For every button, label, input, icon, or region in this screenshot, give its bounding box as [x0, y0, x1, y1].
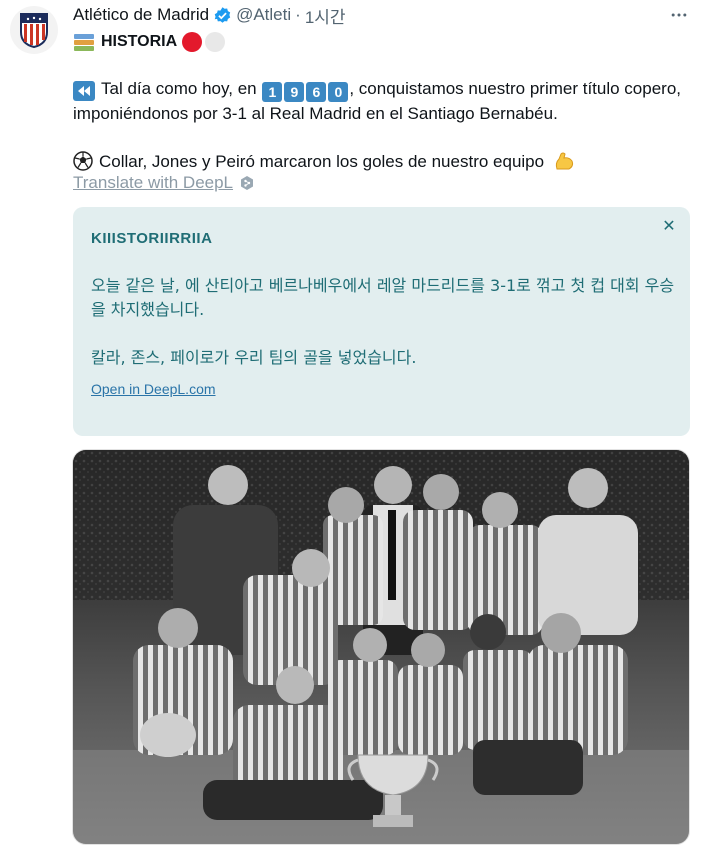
- tweet-line1-before: Tal día como hoy, en: [101, 79, 257, 98]
- separator-dot: ·: [295, 5, 301, 24]
- translation-body: 오늘 같은 날, 에 산티아고 베르나베우에서 레알 마드리드를 3-1로 꺾고…: [91, 274, 681, 394]
- close-icon[interactable]: ✕: [660, 217, 678, 235]
- deepl-icon: [241, 176, 254, 190]
- timestamp[interactable]: 1시간: [305, 3, 346, 28]
- tweet-paragraph-2: Collar, Jones y Peiró marcaron los goles…: [73, 150, 693, 174]
- team-photo[interactable]: [72, 449, 690, 845]
- rewind-emoji-icon: [73, 81, 95, 101]
- keycap-digit: 1: [262, 82, 283, 102]
- keycap-digit: 6: [306, 82, 327, 102]
- translation-panel: KIIISTORIIRRIIA ✕ 오늘 같은 날, 에 산티아고 베르나베우에…: [73, 207, 690, 436]
- keycap-digit: 0: [328, 82, 349, 102]
- tagline-text: HISTORIA: [101, 33, 178, 50]
- verified-badge-icon: [213, 6, 232, 25]
- tweet-line2: Collar, Jones y Peiró marcaron los goles…: [99, 152, 545, 171]
- account-name[interactable]: Atlético de Madrid: [73, 5, 209, 25]
- avatar[interactable]: [10, 6, 58, 54]
- more-icon[interactable]: [667, 3, 691, 27]
- red-circle-icon: [182, 32, 203, 52]
- soccer-ball-icon: [73, 151, 93, 171]
- translate-link-label: Translate with DeepL: [73, 173, 234, 192]
- translation-paragraph-1: 오늘 같은 날, 에 산티아고 베르나베우에서 레알 마드리드를 3-1로 꺾고…: [91, 276, 675, 319]
- team-photo-image: [73, 450, 689, 844]
- translation-title: KIIISTORIIRRIIA: [91, 230, 213, 247]
- books-emoji-icon: [73, 32, 95, 52]
- translate-link[interactable]: Translate with DeepL: [73, 173, 255, 193]
- atletico-crest-icon: [20, 13, 48, 48]
- white-circle-icon: [205, 32, 226, 52]
- flexed-biceps-icon: [553, 150, 575, 172]
- tagline: HISTORIA: [73, 30, 226, 54]
- translation-paragraph-2: 칼라, 존스, 페이로가 우리 팀의 골을 넣었습니다.: [91, 348, 417, 367]
- account-handle[interactable]: @Atleti: [236, 5, 291, 25]
- open-in-deepl-link[interactable]: Open in DeepL.com: [91, 381, 216, 397]
- tweet-header: Atlético de Madrid @Atleti · 1시간: [73, 3, 691, 27]
- tweet-paragraph-1: Tal día como hoy, en 1960, conquistamos …: [73, 77, 693, 126]
- keycap-digit: 9: [284, 82, 305, 102]
